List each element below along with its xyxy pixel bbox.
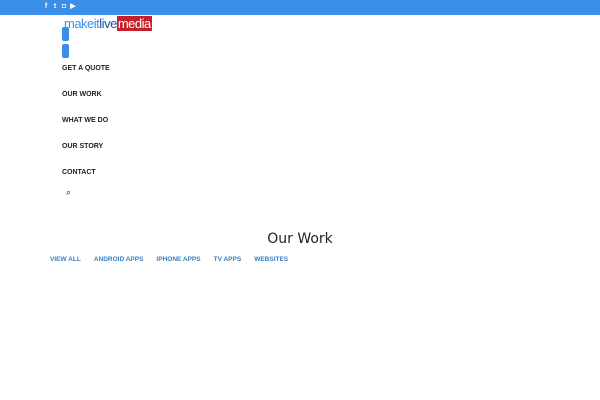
portfolio-filters: VIEW ALL ANDROID APPS IPHONE APPS TV APP… bbox=[50, 256, 288, 263]
nav-our-work[interactable]: OUR WORK bbox=[62, 91, 102, 98]
social-links: f t ◘ ▶ bbox=[43, 3, 76, 11]
top-bar: f t ◘ ▶ bbox=[0, 0, 600, 15]
page-title: Our Work bbox=[267, 231, 333, 247]
logo[interactable]: makeitlivemedia bbox=[64, 16, 152, 31]
menu-toggle-block[interactable] bbox=[62, 44, 69, 58]
nav-contact[interactable]: CONTACT bbox=[62, 169, 96, 176]
nav-get-a-quote[interactable]: GET A QUOTE bbox=[62, 65, 110, 72]
filter-websites[interactable]: WEBSITES bbox=[254, 256, 288, 263]
youtube-icon[interactable]: ▶ bbox=[70, 3, 76, 11]
logo-part: makeit bbox=[64, 16, 100, 31]
menu-toggle-block[interactable] bbox=[62, 27, 69, 41]
nav-what-we-do[interactable]: WHAT WE DO bbox=[62, 117, 108, 124]
filter-iphone-apps[interactable]: IPHONE APPS bbox=[156, 256, 200, 263]
filter-tv-apps[interactable]: TV APPS bbox=[214, 256, 242, 263]
filter-view-all[interactable]: VIEW ALL bbox=[50, 256, 81, 263]
twitter-icon[interactable]: t bbox=[52, 3, 58, 11]
filter-android-apps[interactable]: ANDROID APPS bbox=[94, 256, 144, 263]
logo-part: live bbox=[99, 16, 117, 31]
instagram-icon[interactable]: ◘ bbox=[61, 3, 67, 11]
logo-part: media bbox=[116, 16, 152, 31]
facebook-icon[interactable]: f bbox=[43, 3, 49, 11]
search-icon[interactable]: ⌕ bbox=[66, 187, 71, 198]
nav-our-story[interactable]: OUR STORY bbox=[62, 143, 103, 150]
